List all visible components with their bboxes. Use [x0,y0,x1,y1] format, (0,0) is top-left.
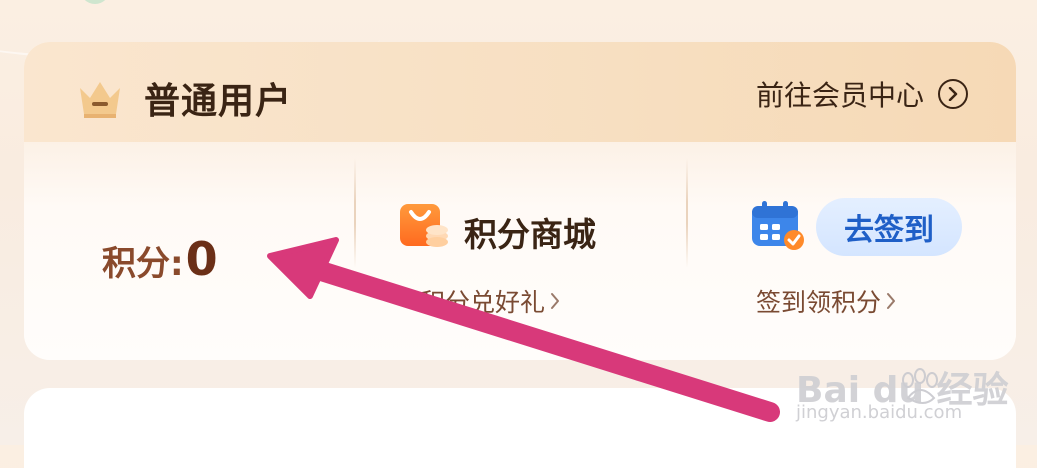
member-level-title: 普通用户 [144,81,293,122]
points-label: 积分: [102,244,184,284]
points-mall-title: 积分商城 [464,215,596,254]
calendar-check-icon[interactable] [748,198,808,254]
member-center-label: 前往会员中心 [755,79,924,112]
divider [354,158,356,268]
signin-button[interactable]: 去签到 [816,198,962,256]
points-redeem-link[interactable]: 积分兑好礼 [420,283,561,319]
signin-points-label: 签到领积分 [756,288,882,317]
points-value: 0 [185,232,218,286]
chevron-right-icon [887,293,896,309]
shopping-bag-icon [400,204,448,247]
chevron-right-circle-icon [938,79,968,109]
divider [686,158,688,268]
points-redeem-label: 积分兑好礼 [420,288,546,317]
points-balance[interactable]: 积分: 0 [102,232,218,286]
signin-points-link[interactable]: 签到领积分 [756,283,897,319]
membership-header: 普通用户 前往会员中心 [24,42,1016,142]
watermark-url: jingyan.baidu.com [796,402,963,423]
member-center-link[interactable]: 前往会员中心 [756,74,968,114]
crown-icon [80,82,120,118]
chevron-right-icon [551,293,560,309]
top-decoration [80,0,110,4]
